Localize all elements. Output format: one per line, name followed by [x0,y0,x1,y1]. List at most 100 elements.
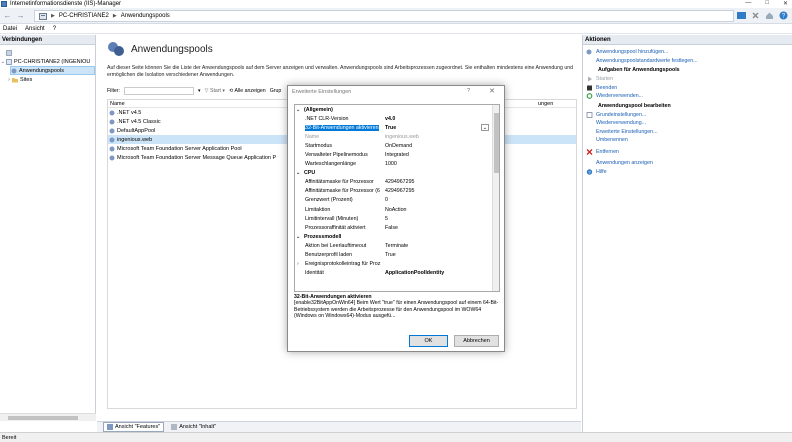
app-pool-icon [109,128,115,133]
tree-item-start[interactable] [0,48,95,57]
property-row[interactable]: Affinitätsmaske für Prozessor (6 42949672… [295,187,499,196]
property-value[interactable]: 0 [383,197,388,203]
property-name: Aktion bei Leerlauftimeout [305,242,367,249]
filter-dropdown-icon[interactable]: ▾ [198,88,201,94]
property-value[interactable]: v4.0 [383,116,395,122]
action-label: Entfernen [596,148,619,155]
dialog-close-button[interactable]: ✕ [489,87,495,95]
action-view-applications[interactable]: Anwendungen anzeigen [583,159,792,168]
action-rename[interactable]: Umbenennen [583,136,792,145]
property-row[interactable]: Name ingenious.web [295,132,499,141]
minimize-button[interactable]: — [745,0,751,7]
chevron-down-icon[interactable]: ⌄ [481,124,489,132]
cancel-button[interactable]: Abbrechen [454,335,499,347]
tab-label: Ansicht "Inhalt" [179,424,217,430]
category-label: (Allgemein) [304,106,333,113]
property-row[interactable]: Affinitätsmaske für Prozessor 4294967295 [295,178,499,187]
maximize-button[interactable]: □ [765,0,769,7]
scrollbar-thumb[interactable] [494,113,499,173]
property-category[interactable]: ⌄ CPU [295,169,499,178]
tab-features-view[interactable]: Ansicht "Features" [103,422,165,432]
start-button[interactable]: ▽ Start ▾ [205,88,225,94]
property-row[interactable]: Verwalteter Pipelinemodus Integrated [295,150,499,159]
tree-item-sites[interactable]: › Sites [6,75,95,84]
menu-ansicht[interactable]: Ansicht [25,26,45,32]
property-row[interactable]: Startmodus OnDemand [295,141,499,150]
property-value[interactable]: Terminate [383,243,408,249]
help-icon[interactable]: ? [779,11,788,20]
column-name[interactable]: Name [108,101,288,107]
home-icon[interactable] [765,11,774,20]
property-value[interactable]: 5 [383,216,388,222]
action-add-pool[interactable]: Anwendungspool hinzufügen... [583,48,792,57]
property-grid-scrollbar[interactable] [492,105,499,291]
property-value[interactable]: NoAction [383,207,407,213]
property-row[interactable]: Benutzerprofil laden True [295,251,499,260]
action-basic-settings[interactable]: Grundeinstellungen... [583,111,792,120]
property-row[interactable]: Warteschlangenlänge 1000 [295,160,499,169]
property-row[interactable]: Aktion bei Leerlauftimeout Terminate [295,241,499,250]
collapse-icon[interactable]: ⌄ [296,234,304,240]
group-button[interactable]: Grup [270,88,282,94]
action-recycle[interactable]: Wiederverwenden... [583,92,792,101]
property-value[interactable]: OnDemand [383,143,412,149]
tree-item-server[interactable]: ⌄ PC-CHRISTIANE2 (INGENIOU [0,57,95,66]
action-help[interactable]: ? Hilfe [583,168,792,177]
breadcrumb-pools[interactable]: Anwendungspools [121,13,170,19]
action-recycling[interactable]: Wiederverwendung... [583,119,792,128]
property-value[interactable]: 4294967295 [383,179,414,185]
scrollbar-thumb[interactable] [8,416,78,420]
property-row[interactable]: Grenzwert (Prozent) 0 [295,196,499,205]
property-value[interactable]: ApplicationPoolIdentity [383,270,444,276]
blank-icon [586,137,593,143]
property-value[interactable]: True [383,125,396,131]
property-name: 32-Bit-Anwendungen aktivieren [305,124,379,131]
property-value[interactable]: 1000 [383,161,397,167]
property-row-selected[interactable]: 32-Bit-Anwendungen aktivieren True ⌄ [295,123,499,132]
column-applications[interactable]: ungen [538,101,553,107]
dialog-title: Erweiterte Einstellungen [292,89,352,95]
actions-header: Aktionen [583,35,792,45]
menu-help[interactable]: ? [53,26,56,32]
back-arrow-icon[interactable]: ← [2,10,13,21]
property-value[interactable]: False [383,225,398,231]
show-all-button[interactable]: ⟲ Alle anzeigen [229,88,266,94]
property-row[interactable]: Limitaktion NoAction [295,205,499,214]
delete-icon[interactable] [751,11,760,20]
property-row[interactable]: Identität ApplicationPoolIdentity [295,269,499,278]
start-page-icon [6,49,12,56]
network-icon[interactable] [737,11,746,20]
ok-button[interactable]: OK [409,335,448,347]
close-button[interactable]: ✕ [783,0,788,7]
property-value[interactable]: True [383,252,396,258]
action-start[interactable]: Starten [583,75,792,84]
property-row[interactable]: Limitintervall (Minuten) 5 [295,214,499,223]
dialog-help-button[interactable]: ? [467,88,470,94]
property-row[interactable]: Prozessoraffinität aktiviert False [295,223,499,232]
action-remove[interactable]: Entfernen [583,148,792,157]
status-bar: Bereit [0,432,792,442]
app-pool-icon [109,146,115,151]
menu-datei[interactable]: Datei [3,26,17,32]
property-value[interactable]: 4294967295 [383,188,414,194]
filter-input[interactable] [123,87,194,95]
expand-icon[interactable]: › [297,261,305,267]
action-label: Beenden [596,84,618,91]
action-set-defaults[interactable]: Anwendungspoolstandardwerte festlegen... [583,57,792,66]
connections-pane: Verbindungen ⌄ PC-CHRISTIANE2 (INGENIOU … [0,35,96,421]
collapse-icon[interactable]: ⌄ [296,107,304,113]
action-advanced-settings[interactable]: Erweiterte Einstellungen... [583,128,792,137]
tab-content-view[interactable]: Ansicht "Inhalt" [168,423,219,431]
property-category[interactable]: ⌄ (Allgemein) [295,105,499,114]
property-category[interactable]: ⌄ Prozessmodell [295,232,499,241]
horizontal-scrollbar[interactable] [0,413,96,421]
breadcrumb[interactable]: ▶ PC-CHRISTIANE2 ▶ Anwendungspools [34,10,734,22]
tree-item-app-pools[interactable]: Anwendungspools [10,66,95,75]
property-row[interactable]: › Ereignisprotokolleintrag für Proz [295,260,499,269]
property-value[interactable]: Integrated [383,152,409,158]
action-stop[interactable]: Beenden [583,84,792,93]
collapse-icon[interactable]: ⌄ [296,170,304,176]
breadcrumb-server[interactable]: PC-CHRISTIANE2 [59,13,109,19]
property-row[interactable]: .NET CLR-Version v4.0 [295,114,499,123]
forward-arrow-icon[interactable]: → [15,10,26,21]
